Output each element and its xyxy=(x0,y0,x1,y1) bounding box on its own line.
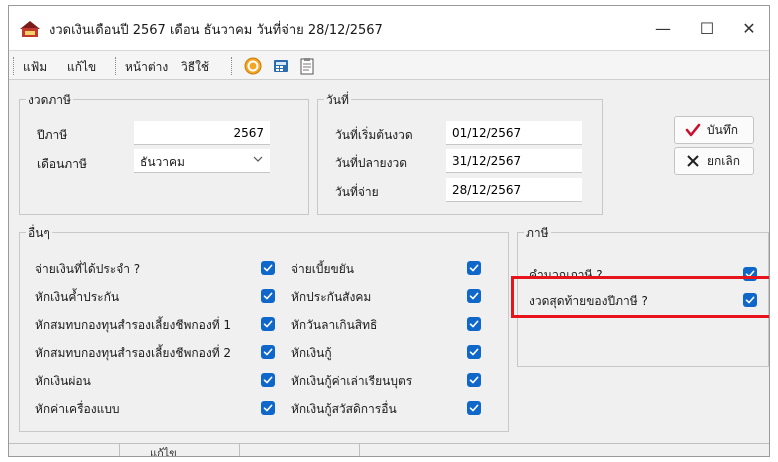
check-icon xyxy=(469,264,479,272)
status-bar: แก้ไข xyxy=(9,443,769,457)
end-date-input[interactable] xyxy=(446,149,582,173)
others-left-item-label: หักสมทบกองทุนสำรองเลี้ยงชีพกองที่ 1 xyxy=(35,318,232,332)
tax-month-label: เดือนภาษี xyxy=(37,157,87,171)
others-left-item-checkbox[interactable] xyxy=(261,345,275,359)
check-icon xyxy=(263,264,273,272)
status-cell xyxy=(359,444,769,456)
start-date-label: วันที่เริ่มต้นงวด xyxy=(335,128,413,142)
others-right-item-checkbox[interactable] xyxy=(467,317,481,331)
save-button[interactable]: บันทึก xyxy=(674,116,754,144)
check-icon xyxy=(469,292,479,300)
end-date-label: วันที่ปลายงวด xyxy=(335,156,407,170)
others-right-item-label: หักวันลาเกินสิทธิ xyxy=(291,318,378,332)
check-icon xyxy=(469,348,479,356)
check-icon xyxy=(263,292,273,300)
check-icon xyxy=(469,376,479,384)
chevron-down-icon xyxy=(253,156,263,162)
menu-help[interactable]: วิธีใช้ xyxy=(181,58,209,77)
others-left-item-checkbox[interactable] xyxy=(261,401,275,415)
others-right-item-checkbox[interactable] xyxy=(467,373,481,387)
tax-month-select[interactable]: ธันวาคม xyxy=(134,149,270,173)
minimize-button[interactable]: — xyxy=(641,12,685,44)
start-date-input[interactable] xyxy=(446,121,582,145)
status-mode-text: แก้ไข xyxy=(150,447,177,457)
check-icon xyxy=(263,376,273,384)
others-right-item-label: หักเงินกู้สวัสดิการอื่น xyxy=(291,402,397,416)
close-button[interactable]: ✕ xyxy=(727,12,769,44)
others-left-item-checkbox[interactable] xyxy=(261,289,275,303)
minimize-icon: — xyxy=(655,18,671,38)
calculator-icon[interactable] xyxy=(271,56,291,76)
others-right-item-checkbox[interactable] xyxy=(467,261,481,275)
tax-group-title: ภาษี xyxy=(524,224,551,243)
menu-edit[interactable]: แก้ไข xyxy=(67,58,96,77)
menu-window[interactable]: หน้าต่าง xyxy=(125,58,168,77)
check-icon xyxy=(263,348,273,356)
payroll-period-window: งวดเงินเดือนปี 2567 เดือน ธันวาคม วันที่… xyxy=(8,5,770,457)
status-cell xyxy=(239,444,359,456)
others-left-item-checkbox[interactable] xyxy=(261,373,275,387)
others-right-item-checkbox[interactable] xyxy=(467,401,481,415)
others-right-item-checkbox[interactable] xyxy=(467,345,481,359)
maximize-icon: ☐ xyxy=(699,18,715,38)
highlight-box xyxy=(511,276,769,318)
menu-bar: แฟ้ม แก้ไข หน้าต่าง วิธีใช้ xyxy=(9,50,769,80)
others-left-item-checkbox[interactable] xyxy=(261,317,275,331)
pay-date-label: วันที่จ่าย xyxy=(335,185,379,199)
others-left-item-label: หักสมทบกองทุนสำรองเลี้ยงชีพกองที่ 2 xyxy=(35,346,232,360)
others-right-item-label: หักประกันสังคม xyxy=(291,290,372,304)
close-icon: ✕ xyxy=(742,18,756,38)
others-left-item-label: หักเงินค้ำประกัน xyxy=(35,290,120,304)
checkmark-icon xyxy=(685,123,701,137)
tax-month-value: ธันวาคม xyxy=(140,155,185,169)
tax-year-label: ปีภาษี xyxy=(37,128,68,142)
check-icon xyxy=(469,404,479,412)
tax-year-input[interactable] xyxy=(134,121,270,145)
help-circle-icon[interactable] xyxy=(243,56,263,76)
others-right-item-label: หักเงินกู้ xyxy=(291,346,332,360)
status-cell-mode: แก้ไข xyxy=(119,444,239,457)
toolbar-grip xyxy=(231,57,234,75)
dates-group-title: วันที่ xyxy=(324,91,351,110)
title-bar: งวดเงินเดือนปี 2567 เดือน ธันวาคม วันที่… xyxy=(9,6,769,50)
toolbar-grip xyxy=(13,57,16,75)
clipboard-icon[interactable] xyxy=(297,56,317,76)
cross-icon xyxy=(687,155,699,167)
others-left-item-checkbox[interactable] xyxy=(261,261,275,275)
others-left-item-label: หักค่าเครื่องแบบ xyxy=(35,402,120,416)
maximize-button[interactable]: ☐ xyxy=(685,12,729,44)
others-right-item-checkbox[interactable] xyxy=(467,289,481,303)
window-title: งวดเงินเดือนปี 2567 เดือน ธันวาคม วันที่… xyxy=(49,23,383,38)
check-icon xyxy=(469,320,479,328)
app-icon xyxy=(20,21,40,37)
others-left-item-label: หักเงินผ่อน xyxy=(35,374,91,388)
others-right-item-label: หักเงินกู้ค่าเล่าเรียนบุตร xyxy=(291,374,413,388)
save-button-label: บันทึก xyxy=(707,122,738,137)
check-icon xyxy=(263,320,273,328)
toolbar-grip xyxy=(115,57,118,75)
pay-date-input[interactable] xyxy=(446,178,582,202)
check-icon xyxy=(263,404,273,412)
others-group-title: อื่นๆ xyxy=(26,224,52,243)
menu-file[interactable]: แฟ้ม xyxy=(23,58,47,77)
others-left-item-label: จ่ายเงินที่ได้ประจำ ? xyxy=(35,262,141,276)
others-right-item-label: จ่ายเบี้ยขยัน xyxy=(291,262,354,276)
cancel-button[interactable]: ยกเลิก xyxy=(674,147,754,175)
cancel-button-label: ยกเลิก xyxy=(707,153,741,168)
tax-period-group-title: งวดภาษี xyxy=(26,91,73,110)
